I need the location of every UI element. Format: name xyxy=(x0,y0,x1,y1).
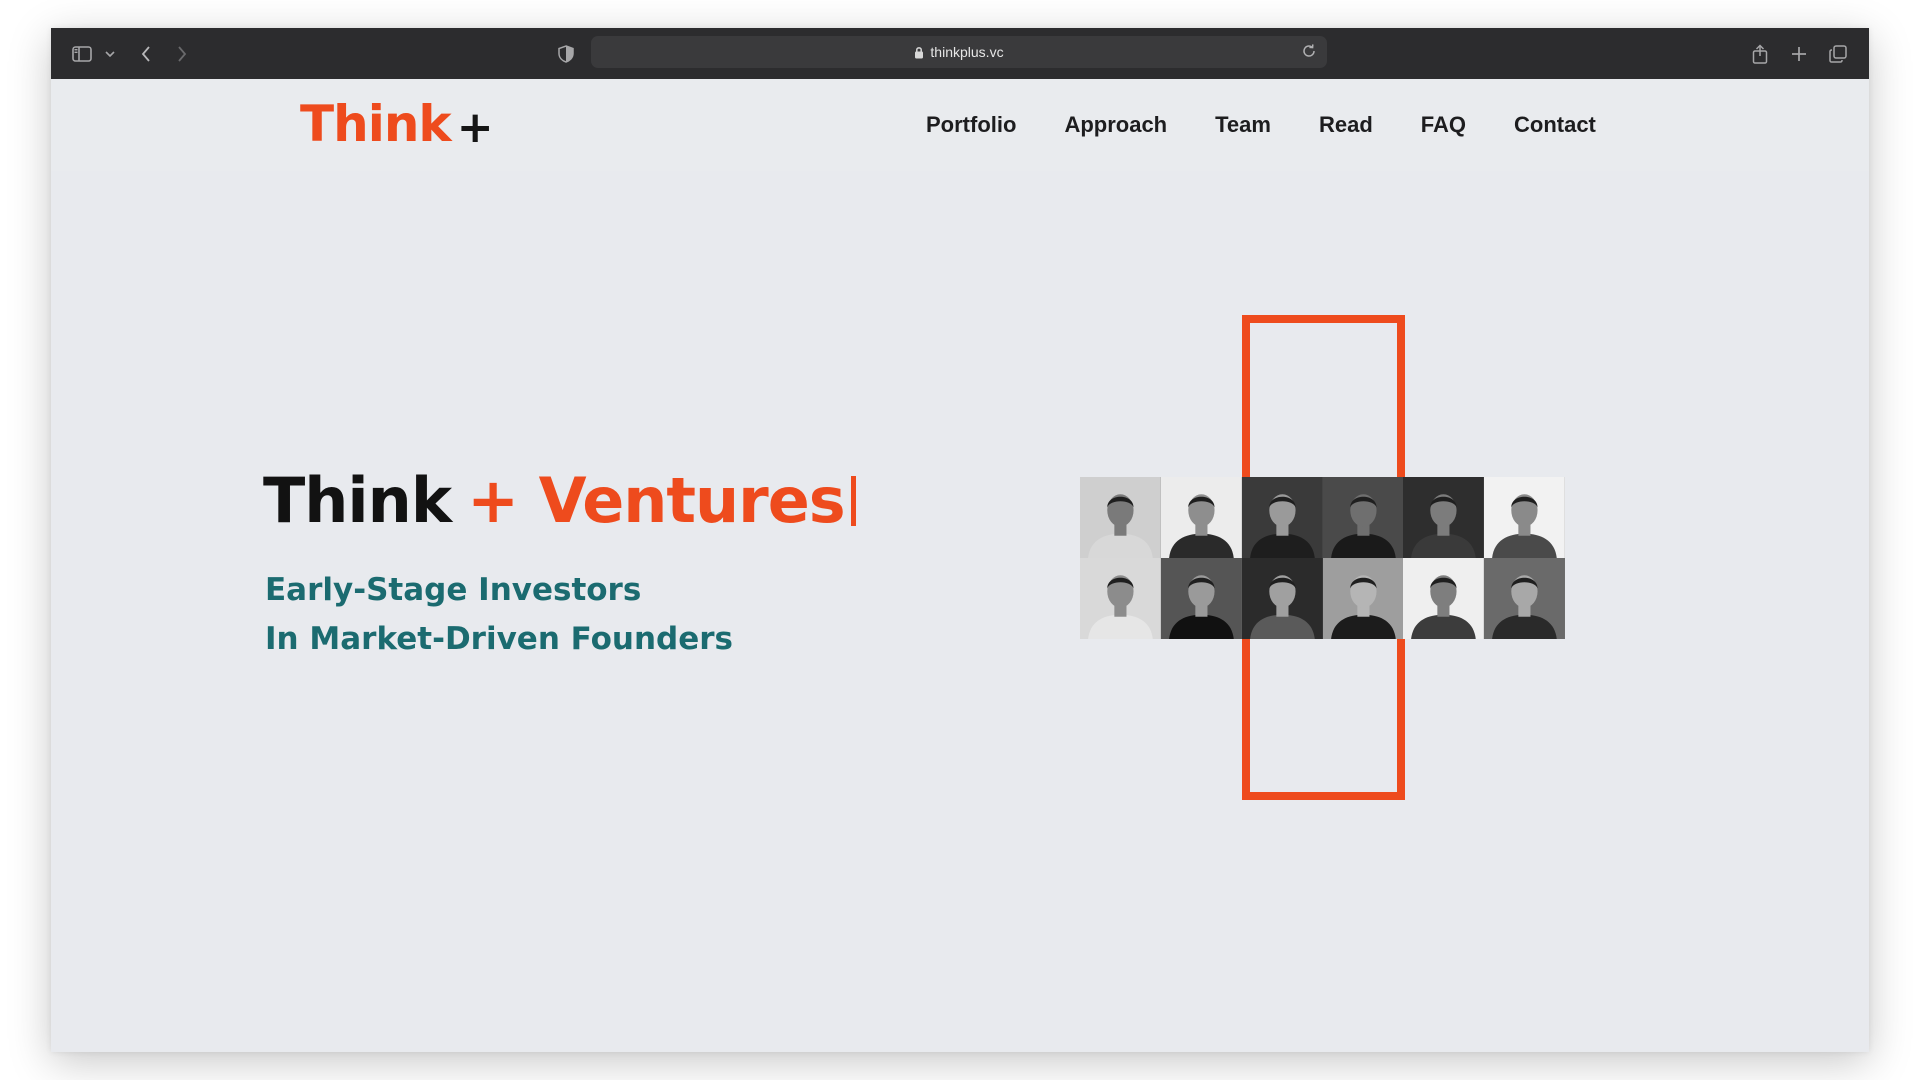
team-member-photo xyxy=(1403,558,1485,639)
hero-subtitle-line-1: Early-Stage Investors xyxy=(265,572,642,608)
team-member-photo xyxy=(1160,477,1242,558)
address-bar[interactable]: thinkplus.vc xyxy=(591,36,1327,68)
share-icon[interactable] xyxy=(1749,28,1771,79)
nav-link-team[interactable]: Team xyxy=(1215,112,1271,138)
forward-arrow-icon[interactable] xyxy=(173,28,191,79)
browser-toolbar: thinkplus.vc xyxy=(51,28,1869,79)
typing-cursor xyxy=(850,475,856,526)
back-arrow-icon[interactable] xyxy=(137,28,155,79)
team-member-photo xyxy=(1403,477,1485,558)
reload-icon[interactable] xyxy=(1301,43,1317,59)
plus-icon[interactable] xyxy=(1789,28,1809,79)
nav-link-approach[interactable]: Approach xyxy=(1064,112,1167,138)
url-text: thinkplus.vc xyxy=(930,44,1004,60)
team-member-photo xyxy=(1080,477,1161,558)
hero-subtitle-line-2: In Market-Driven Founders xyxy=(265,621,733,657)
logo-wordmark: Think xyxy=(300,95,452,153)
nav-link-contact[interactable]: Contact xyxy=(1514,112,1596,138)
privacy-shield-icon[interactable] xyxy=(555,28,577,79)
logo-plus-icon: + xyxy=(456,101,494,153)
tab-overview-icon[interactable] xyxy=(1827,28,1849,79)
team-member-photo xyxy=(1160,558,1242,639)
team-photo-grid xyxy=(1080,477,1565,639)
hero-subtitle: Early-Stage Investors In Market-Driven F… xyxy=(265,566,733,664)
team-member-photo xyxy=(1322,477,1404,558)
nav-link-read[interactable]: Read xyxy=(1319,112,1373,138)
nav-link-faq[interactable]: FAQ xyxy=(1421,112,1466,138)
sidebar-icon[interactable] xyxy=(69,28,95,79)
site-logo[interactable]: Think + xyxy=(300,95,494,153)
team-member-photo xyxy=(1484,477,1565,558)
chevron-down-icon[interactable] xyxy=(103,28,117,79)
team-member-photo xyxy=(1322,558,1404,639)
hero-title-think: Think xyxy=(263,464,452,537)
hero-title: Think + Ventures xyxy=(263,464,856,537)
site-header: Think + Portfolio Approach Team Read FAQ… xyxy=(51,79,1869,171)
nav-link-portfolio[interactable]: Portfolio xyxy=(926,112,1016,138)
team-member-photo xyxy=(1241,477,1323,558)
lock-icon xyxy=(914,46,924,59)
team-member-photo xyxy=(1080,558,1161,639)
hero-title-ventures: + Ventures xyxy=(467,464,846,537)
team-member-photo xyxy=(1241,558,1323,639)
browser-window: thinkplus.vc Think + Portfolio Approach … xyxy=(51,28,1869,1052)
main-nav: Portfolio Approach Team Read FAQ Contact xyxy=(926,79,1596,171)
team-member-photo xyxy=(1484,558,1565,639)
